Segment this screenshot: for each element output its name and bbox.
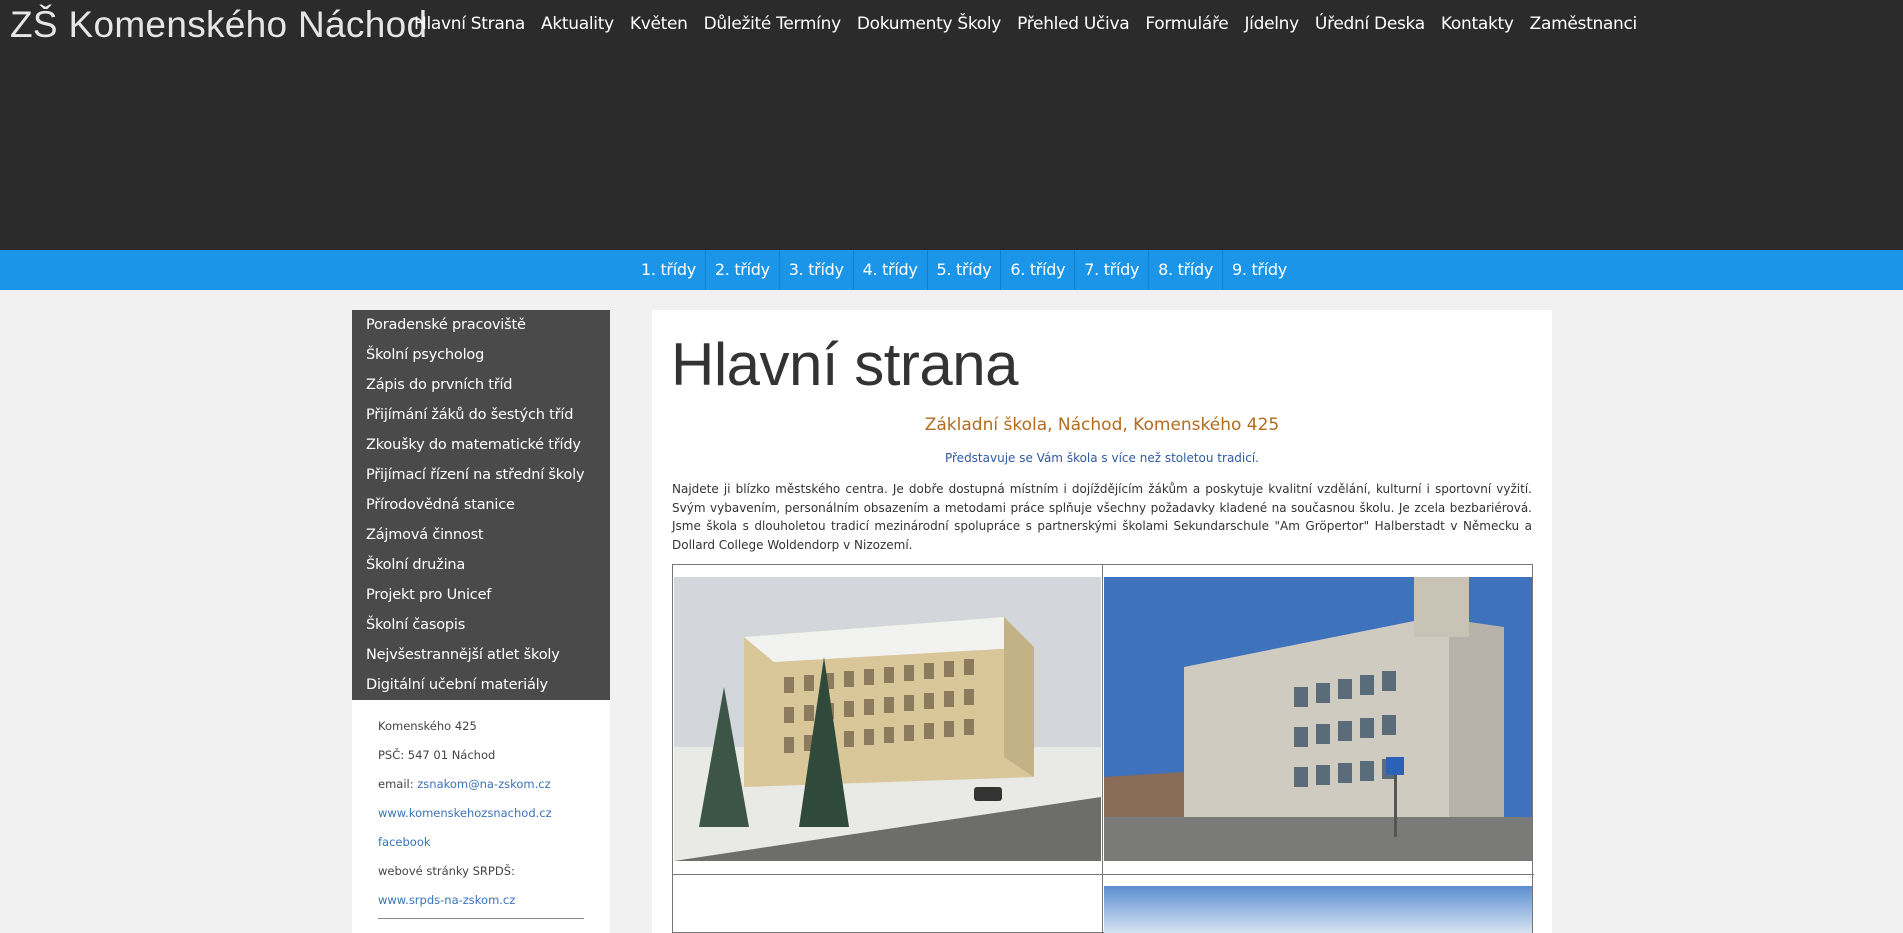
sidebar-item-skolni-casopis[interactable]: Školní časopis [352, 610, 610, 640]
school-sky-photo [1104, 886, 1532, 933]
sidebar-item-digitalni-materialy[interactable]: Digitální učební materiály [352, 670, 610, 700]
top-header: ZŠ Komenského Náchod Hlavní Strana Aktua… [0, 0, 1903, 250]
sidebar-item-prijimaci-rizeni[interactable]: Přijímací řízení na střední školy [352, 460, 610, 490]
contact-srpds-link[interactable]: www.srpds-na-zskom.cz [378, 893, 515, 907]
nav-dokumenty-skoly[interactable]: Dokumenty Školy [857, 14, 1002, 34]
class-link-4[interactable]: 4. třídy [854, 250, 928, 290]
sidebar-item-skolni-psycholog[interactable]: Školní psycholog [352, 340, 610, 370]
table-divider-vertical [1102, 565, 1103, 933]
sidebar-item-poradenske-pracoviste[interactable]: Poradenské pracoviště [352, 310, 610, 340]
sidebar-item-zapis-do-prvnich-trid[interactable]: Zápis do prvních tříd [352, 370, 610, 400]
sidebar-item-prijimani-do-sestych-trid[interactable]: Přijímání žáků do šestých tříd [352, 400, 610, 430]
site-logo[interactable]: ZŠ Komenského Náchod [10, 4, 427, 46]
contact-email-link[interactable]: zsnakom@na-zskom.cz [417, 777, 550, 791]
contact-street: Komenského 425 [378, 719, 477, 733]
table-divider-horizontal [673, 874, 1534, 875]
sidebar-item-atlet-skoly[interactable]: Nejvšestrannější atlet školy [352, 640, 610, 670]
nav-kontakty[interactable]: Kontakty [1441, 14, 1514, 34]
class-link-5[interactable]: 5. třídy [928, 250, 1002, 290]
sidebar-contact: Komenského 425 PSČ: 547 01 Náchod email:… [352, 700, 610, 933]
contact-facebook-link[interactable]: facebook [378, 835, 431, 849]
sidebar-item-zajmova-cinnost[interactable]: Zájmová činnost [352, 520, 610, 550]
school-building-image [1104, 577, 1532, 861]
sidebar-item-prirodovedna-stanice[interactable]: Přírodovědná stanice [352, 490, 610, 520]
contact-srpds-row: www.srpds-na-zskom.cz [378, 890, 610, 919]
nav-formulare[interactable]: Formuláře [1145, 14, 1228, 34]
nav-uredni-deska[interactable]: Úřední Deska [1315, 14, 1425, 34]
main-nav: Hlavní Strana Aktuality Květen Důležité … [414, 14, 1653, 34]
contact-facebook-row: facebook [378, 832, 610, 861]
class-nav: 1. třídy 2. třídy 3. třídy 4. třídy 5. t… [632, 250, 1296, 290]
class-link-1[interactable]: 1. třídy [632, 250, 706, 290]
school-subtitle: Základní škola, Náchod, Komenského 425 [924, 415, 1280, 435]
intro-paragraph: Najdete ji blízko městského centra. Je d… [672, 482, 1532, 552]
photo-table [672, 564, 1534, 933]
sidebar-item-projekt-unicef[interactable]: Projekt pro Unicef [352, 580, 610, 610]
contact-website-row: www.komenskehozsnachod.cz [378, 803, 610, 832]
school-tagline: Představuje se Vám škola s více než stol… [944, 451, 1259, 465]
nav-jidelny[interactable]: Jídelny [1244, 14, 1299, 34]
page-title: Hlavní strana [671, 331, 1019, 398]
school-building-photo [1104, 577, 1532, 861]
class-link-7[interactable]: 7. třídy [1075, 250, 1150, 290]
class-link-2[interactable]: 2. třídy [706, 250, 780, 290]
school-building-winter-photo [674, 577, 1101, 861]
nav-kveten[interactable]: Květen [630, 14, 688, 34]
class-link-9[interactable]: 9. třídy [1223, 250, 1296, 290]
class-link-6[interactable]: 6. třídy [1001, 250, 1076, 290]
sidebar-divider [378, 918, 584, 919]
class-bar: 1. třídy 2. třídy 3. třídy 4. třídy 5. t… [0, 250, 1903, 290]
class-link-8[interactable]: 8. třídy [1149, 250, 1223, 290]
contact-website-link[interactable]: www.komenskehozsnachod.cz [378, 806, 552, 820]
main-content: Hlavní strana Základní škola, Náchod, Ko… [652, 310, 1552, 933]
sidebar-item-skolni-druzina[interactable]: Školní družina [352, 550, 610, 580]
class-link-3[interactable]: 3. třídy [780, 250, 854, 290]
contact-email-row: email: zsnakom@na-zskom.cz [378, 774, 610, 803]
sidebar-item-zkousky-matematicke-tridy[interactable]: Zkoušky do matematické třídy [352, 430, 610, 460]
nav-aktuality[interactable]: Aktuality [541, 14, 614, 34]
contact-srpds-label: webové stránky SRPDŠ: [378, 864, 515, 878]
nav-hlavni-strana[interactable]: Hlavní Strana [414, 14, 525, 34]
nav-prehled-uciva[interactable]: Přehled Učiva [1017, 14, 1130, 34]
nav-dulezite-terminy[interactable]: Důležité Termíny [704, 14, 841, 34]
contact-email-label: email: [378, 777, 418, 791]
nav-zamestnanci[interactable]: Zaměstnanci [1530, 14, 1638, 34]
contact-city: PSČ: 547 01 Náchod [378, 748, 496, 762]
school-building-winter-image [674, 577, 1101, 861]
sidebar-menu: Poradenské pracoviště Školní psycholog Z… [352, 310, 610, 700]
